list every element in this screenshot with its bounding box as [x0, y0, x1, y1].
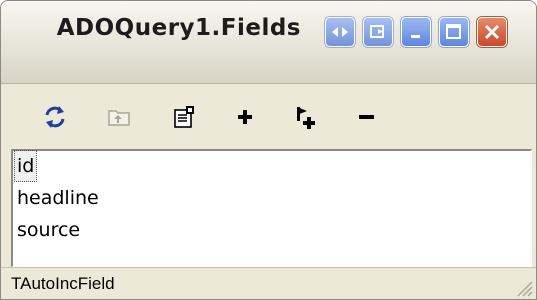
title-bar[interactable]: ADOQuery1.Fields: [1, 1, 536, 84]
up-one-level-button[interactable]: [101, 99, 137, 135]
maximize-icon: [446, 24, 461, 39]
list-item[interactable]: id: [13, 150, 38, 182]
maximize-button[interactable]: [439, 17, 469, 47]
window-title: ADOQuery1.Fields: [56, 15, 301, 41]
minimize-icon: [411, 35, 420, 38]
remove-button[interactable]: [348, 99, 384, 135]
properties-icon: [174, 106, 194, 128]
minimize-button[interactable]: [401, 17, 431, 47]
close-icon: [484, 24, 500, 40]
toolbar: [1, 85, 536, 145]
refresh-button[interactable]: [37, 99, 73, 135]
scroll-arrows-icon: [332, 27, 348, 37]
close-button[interactable]: [477, 17, 507, 47]
list-item[interactable]: source: [15, 215, 82, 245]
resize-grip-icon[interactable]: [512, 276, 534, 298]
add-field-icon: [297, 107, 315, 129]
list-item[interactable]: headline: [15, 183, 101, 213]
refresh-icon: [45, 106, 65, 128]
fields-list[interactable]: id headline source: [11, 149, 532, 267]
status-text: TAutoIncField: [11, 274, 115, 293]
add-icon: [238, 110, 252, 124]
add-field-button[interactable]: [288, 99, 324, 135]
properties-button[interactable]: [166, 99, 202, 135]
up-one-level-icon: [108, 110, 130, 126]
status-bar: TAutoIncField: [1, 267, 536, 299]
add-button[interactable]: [227, 99, 263, 135]
scroll-arrows-button[interactable]: [325, 17, 355, 47]
remove-icon: [359, 115, 374, 119]
restore-window-icon: [370, 25, 384, 38]
restore-window-button[interactable]: [363, 17, 393, 47]
fields-editor-window: ADOQuery1.Fields id headline source TAut…: [0, 0, 537, 300]
